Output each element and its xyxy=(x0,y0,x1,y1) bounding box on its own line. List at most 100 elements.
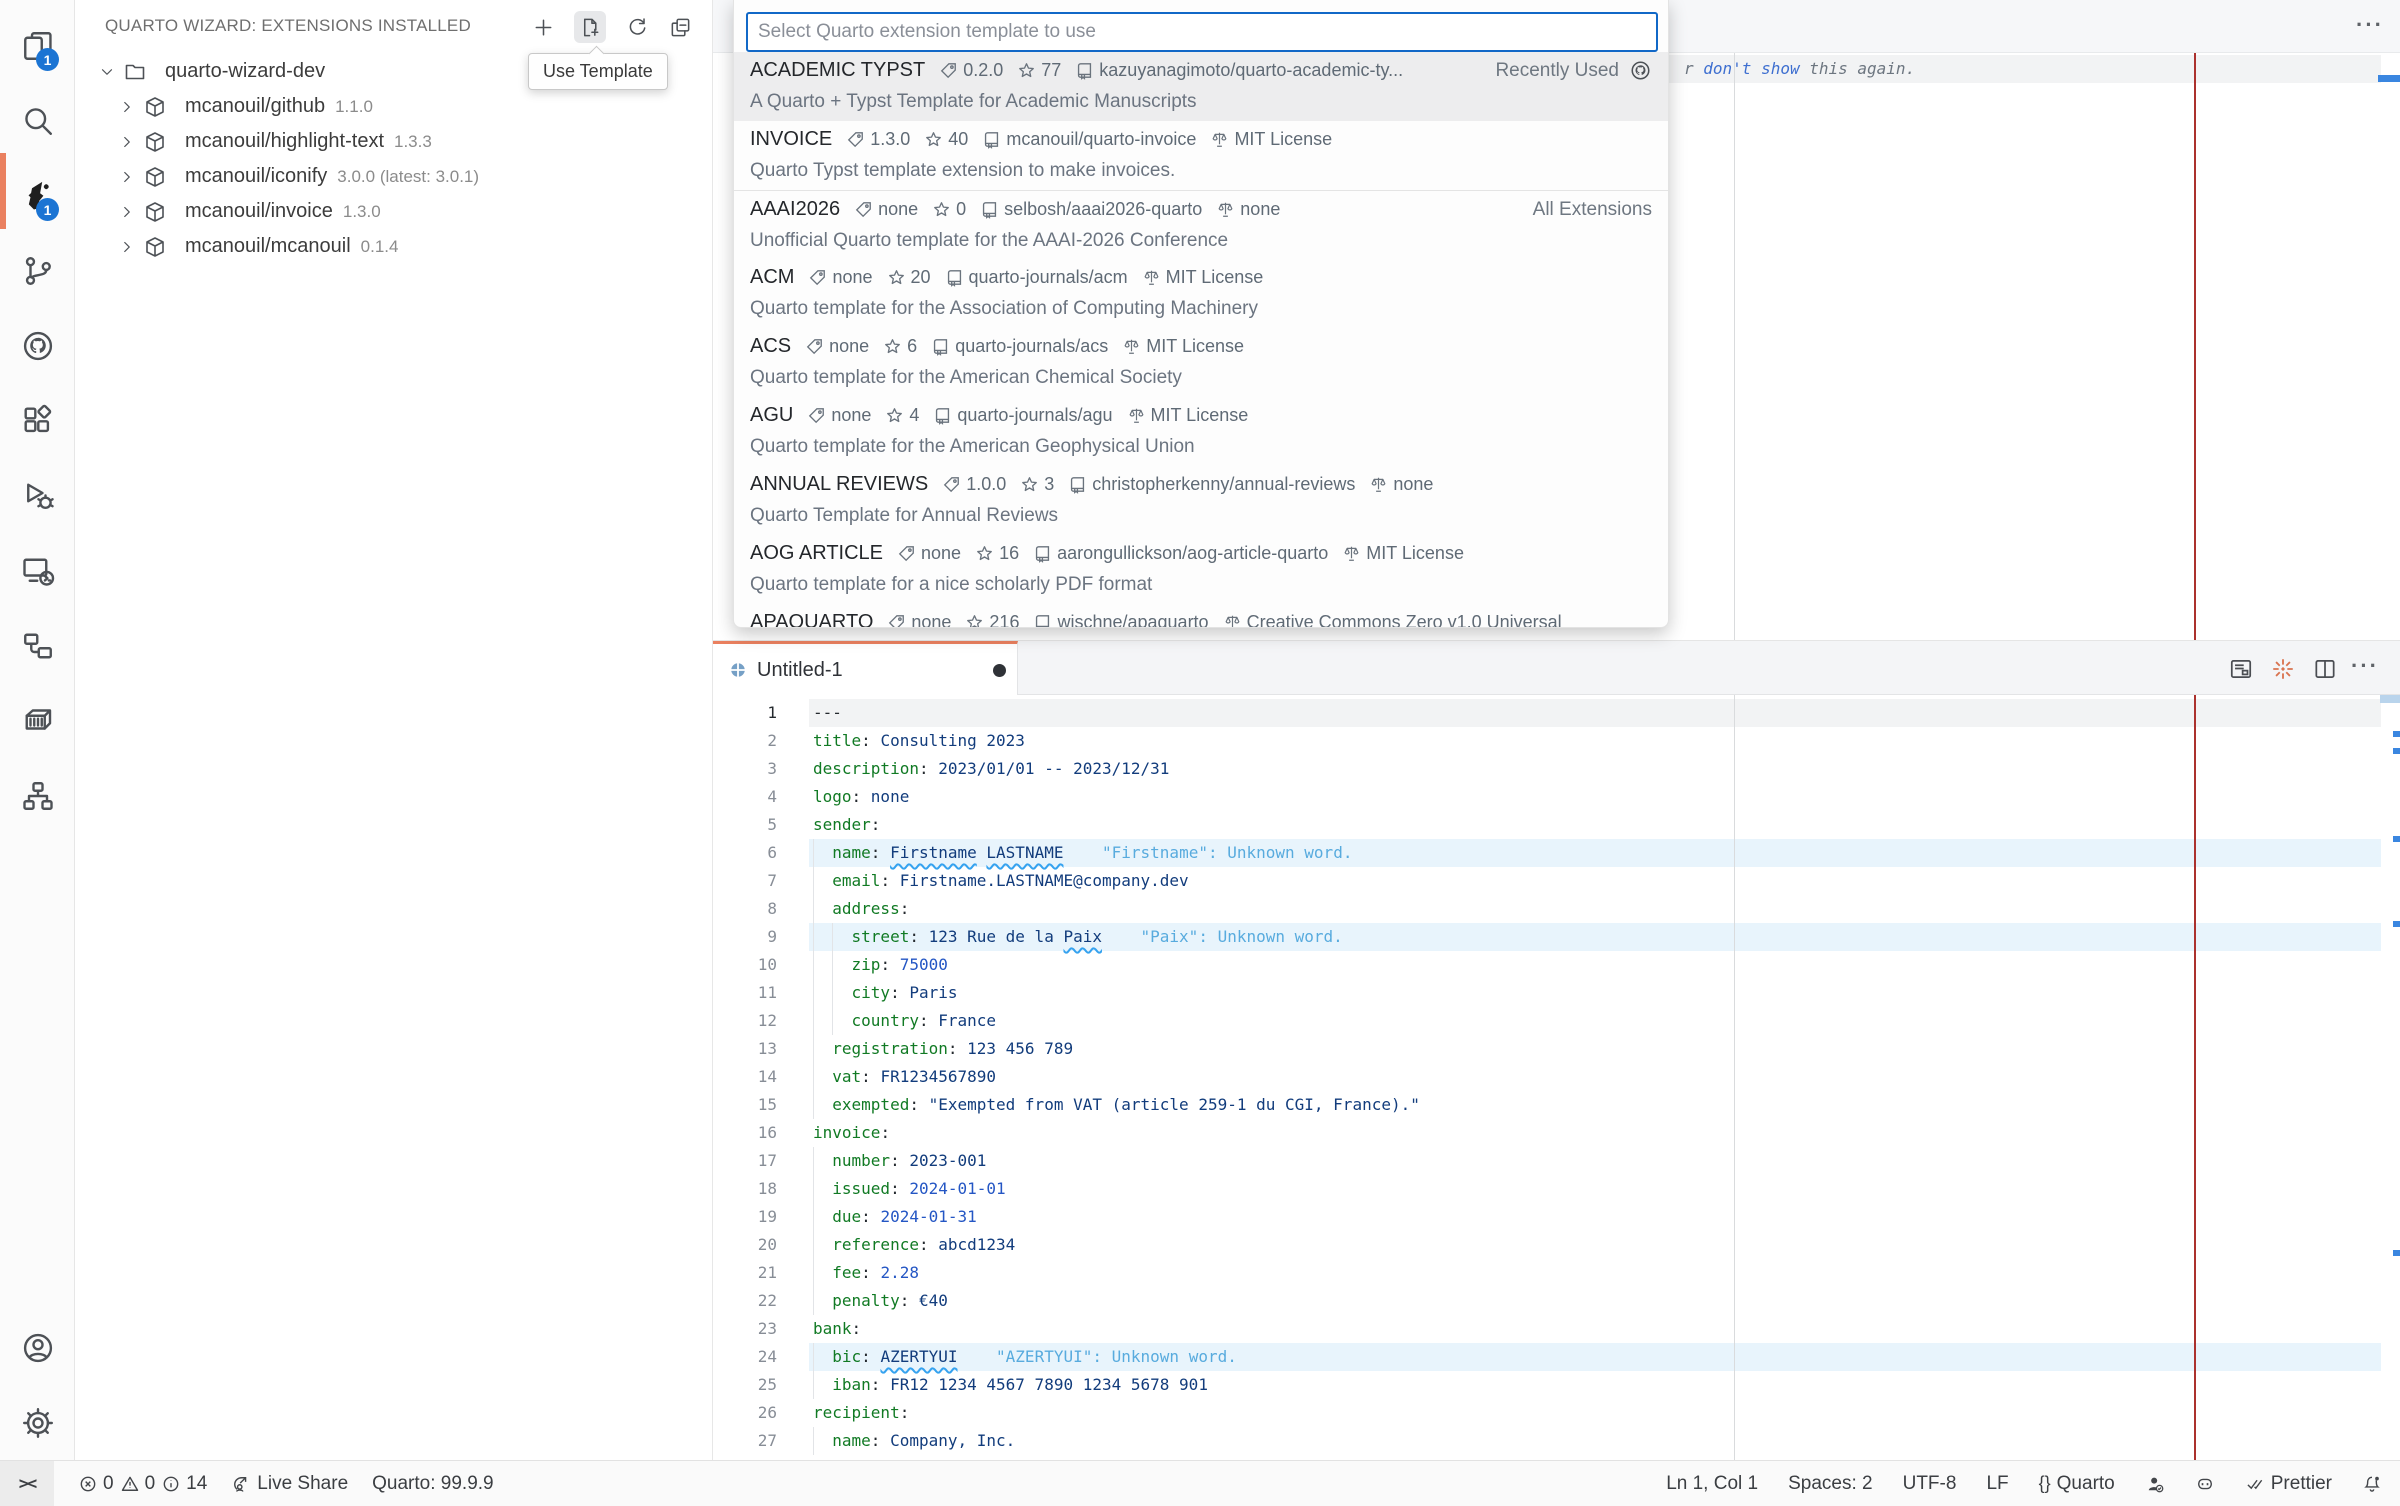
code-line-5[interactable]: 5sender: xyxy=(713,811,2400,839)
quickpick-item-apaquarto[interactable]: APAQUARTOnone216wjschne/apaquartoCreativ… xyxy=(734,604,1668,628)
activity-references[interactable] xyxy=(0,608,75,683)
bottom-editor[interactable]: 1---2title: Consulting 20233description:… xyxy=(713,695,2400,1460)
code-line-20[interactable]: 20 reference: abcd1234 xyxy=(713,1231,2400,1259)
code-line-19[interactable]: 19 due: 2024-01-31 xyxy=(713,1203,2400,1231)
line-number: 21 xyxy=(713,1259,777,1287)
quarto-version-status[interactable]: Quarto: 99.9.9 xyxy=(372,1473,493,1495)
code-line-9[interactable]: 9 street: 123 Rue de la Paix "Paix": Unk… xyxy=(713,923,2400,951)
template-description: Quarto template for the Association of C… xyxy=(750,298,1652,320)
code-line-8[interactable]: 8 address: xyxy=(713,895,2400,923)
quickpick-input[interactable] xyxy=(746,12,1658,52)
refresh-button[interactable] xyxy=(621,11,653,43)
activity-remote-explorer[interactable] xyxy=(0,533,75,608)
cursor-position-status[interactable]: Ln 1, Col 1 xyxy=(1666,1473,1758,1495)
code-line-22[interactable]: 22 penalty: €40 xyxy=(713,1287,2400,1315)
spell-checker-status[interactable] xyxy=(2145,1474,2165,1494)
code-line-21[interactable]: 21 fee: 2.28 xyxy=(713,1259,2400,1287)
activity-search[interactable] xyxy=(0,83,75,158)
meta-law: MIT License xyxy=(1210,129,1332,150)
code-line-7[interactable]: 7 email: Firstname.LASTNAME@company.dev xyxy=(713,867,2400,895)
tab-label: Untitled-1 xyxy=(757,659,843,682)
activity-source-control[interactable] xyxy=(0,233,75,308)
extension-version: 1.1.0 xyxy=(335,97,373,117)
tree-item-mcanouil-iconify[interactable]: mcanouil/iconify3.0.0 (latest: 3.0.1) xyxy=(75,159,712,194)
activity-extensions[interactable] xyxy=(0,383,75,458)
code-line-25[interactable]: 25 iban: FR12 1234 4567 7890 1234 5678 9… xyxy=(713,1371,2400,1399)
language-mode-status[interactable]: {}Quarto xyxy=(2039,1473,2115,1495)
code-line-12[interactable]: 12 country: France xyxy=(713,1007,2400,1035)
tree-item-label: mcanouil/iconify xyxy=(185,165,327,188)
code-line-18[interactable]: 18 issued: 2024-01-01 xyxy=(713,1175,2400,1203)
indent-guide xyxy=(813,979,814,1007)
split-editor-icon[interactable] xyxy=(2310,654,2340,684)
encoding-status[interactable]: UTF-8 xyxy=(1903,1473,1957,1495)
add-button[interactable] xyxy=(527,11,559,43)
quickpick-item-acm[interactable]: ACMnone20quarto-journals/acmMIT LicenseQ… xyxy=(734,259,1668,328)
eol-status[interactable]: LF xyxy=(1986,1473,2008,1495)
use-template-button[interactable] xyxy=(574,11,606,43)
quickpick-item-acs[interactable]: ACSnone6quarto-journals/acsMIT LicenseQu… xyxy=(734,328,1668,397)
code-line-16[interactable]: 16invoice: xyxy=(713,1119,2400,1147)
code-line-10[interactable]: 10 zip: 75000 xyxy=(713,951,2400,979)
activity-settings-gear[interactable] xyxy=(0,1385,75,1460)
prettier-status[interactable]: Prettier xyxy=(2245,1473,2332,1495)
code-line-15[interactable]: 15 exempted: "Exempted from VAT (article… xyxy=(713,1091,2400,1119)
indentation-status[interactable]: Spaces: 2 xyxy=(1788,1473,1873,1495)
bottom-editor-more-actions-icon[interactable]: ··· xyxy=(2351,653,2379,679)
code-line-3[interactable]: 3description: 2023/01/01 -- 2023/12/31 xyxy=(713,755,2400,783)
code-line-11[interactable]: 11 city: Paris xyxy=(713,979,2400,1007)
activity-quarto-wizard[interactable]: 1 xyxy=(0,158,75,233)
tree-item-mcanouil-mcanouil[interactable]: mcanouil/mcanouil0.1.4 xyxy=(75,229,712,264)
add-icon xyxy=(532,16,555,39)
tree-item-mcanouil-github[interactable]: mcanouil/github1.1.0 xyxy=(75,89,712,124)
activity-hierarchy[interactable] xyxy=(0,758,75,833)
collapse-all-button[interactable] xyxy=(664,11,696,43)
problems-status[interactable]: 0 0 14 xyxy=(78,1473,207,1495)
github-icon[interactable] xyxy=(1619,59,1652,82)
activity-run-debug[interactable] xyxy=(0,458,75,533)
activity-explorer[interactable]: 1 xyxy=(0,8,75,83)
minimap-slider[interactable] xyxy=(2380,695,2400,703)
quickpick-item-annual-reviews[interactable]: ANNUAL REVIEWS1.0.03christopherkenny/ann… xyxy=(734,466,1668,535)
quickpick-item-aog-article[interactable]: AOG ARTICLEnone16aarongullickson/aog-art… xyxy=(734,535,1668,604)
activity-github[interactable] xyxy=(0,308,75,383)
indent-guide xyxy=(813,1175,814,1203)
copilot-icon xyxy=(2195,1474,2215,1494)
template-description: Quarto template for a nice scholarly PDF… xyxy=(750,574,1652,596)
activity-container[interactable] xyxy=(0,683,75,758)
code-line-26[interactable]: 26recipient: xyxy=(713,1399,2400,1427)
code-line-24[interactable]: 24 bic: AZERTYUI "AZERTYUI": Unknown wor… xyxy=(713,1343,2400,1371)
open-preview-icon[interactable] xyxy=(2226,654,2256,684)
quickpick-item-agu[interactable]: AGUnone4quarto-journals/aguMIT LicenseQu… xyxy=(734,397,1668,466)
notifications-bell[interactable] xyxy=(2362,1474,2382,1494)
modified-dot-icon[interactable] xyxy=(993,664,1006,677)
double-check-icon xyxy=(2245,1474,2265,1494)
tree-item-mcanouil-invoice[interactable]: mcanouil/invoice1.3.0 xyxy=(75,194,712,229)
code-line-27[interactable]: 27 name: Company, Inc. xyxy=(713,1427,2400,1455)
tab-untitled-1[interactable]: Untitled-1 xyxy=(713,641,1018,696)
code-line-13[interactable]: 13 registration: 123 456 789 xyxy=(713,1035,2400,1063)
quickpick-item-academic-typst[interactable]: ACADEMIC TYPST0.2.077kazuyanagimoto/quar… xyxy=(734,52,1668,121)
code-line-14[interactable]: 14 vat: FR1234567890 xyxy=(713,1063,2400,1091)
quickpick-item-aaai2026[interactable]: AAAI2026none0selbosh/aaai2026-quartonone… xyxy=(734,190,1668,259)
tree-item-mcanouil-highlight-text[interactable]: mcanouil/highlight-text1.3.3 xyxy=(75,124,712,159)
code-line-2[interactable]: 2title: Consulting 2023 xyxy=(713,727,2400,755)
quickpick-item-invoice[interactable]: INVOICE1.3.040mcanouil/quarto-invoiceMIT… xyxy=(734,121,1668,190)
template-name: AGU xyxy=(750,404,793,427)
copilot-status[interactable] xyxy=(2195,1474,2215,1494)
live-share-status[interactable]: Live Share xyxy=(231,1473,348,1495)
top-editor-more-actions-icon[interactable]: ··· xyxy=(2356,12,2384,38)
meta-repo: aarongullickson/aog-article-quarto xyxy=(1033,543,1328,564)
code-line-17[interactable]: 17 number: 2023-001 xyxy=(713,1147,2400,1175)
meta-star: 20 xyxy=(887,267,931,288)
code-line-1[interactable]: 1--- xyxy=(713,699,2400,727)
package-icon xyxy=(143,235,176,259)
code-line-23[interactable]: 23bank: xyxy=(713,1315,2400,1343)
code-line-6[interactable]: 6 name: Firstname LASTNAME "Firstname": … xyxy=(713,839,2400,867)
code-line-4[interactable]: 4logo: none xyxy=(713,783,2400,811)
quarto-render-icon[interactable] xyxy=(2268,654,2298,684)
remote-indicator[interactable]: >< xyxy=(0,1461,54,1506)
activity-account[interactable] xyxy=(0,1310,75,1385)
error-icon xyxy=(78,1474,98,1494)
hierarchy-icon xyxy=(20,778,56,814)
